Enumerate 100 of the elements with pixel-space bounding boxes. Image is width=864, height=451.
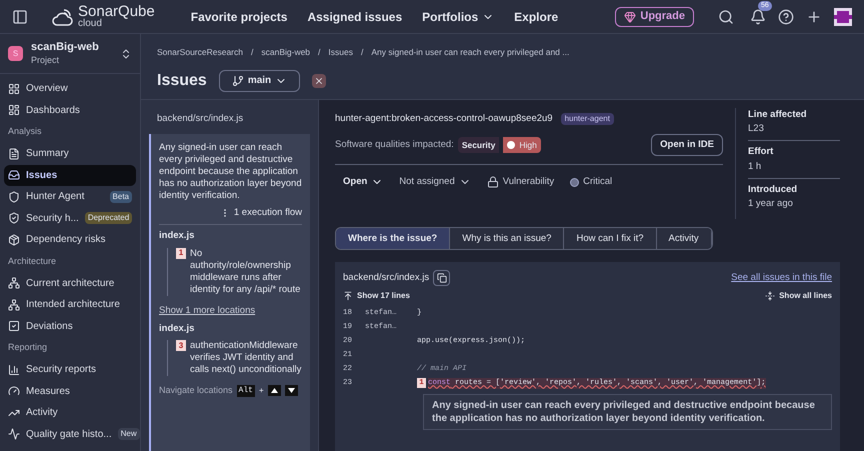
meta-value: L23 (748, 122, 765, 136)
location-message[interactable]: No authority/role/ownership middleware runs after identity for any /api/* route (190, 248, 302, 296)
sidebar-section: Reporting (4, 337, 136, 359)
meta-label: Line affected (748, 108, 808, 122)
expand-vertical-icon (765, 291, 776, 302)
issue-tab[interactable]: How can I fix it? (564, 228, 657, 250)
logo-text: SonarQube (78, 4, 155, 19)
sidebar-item[interactable]: Summary (4, 143, 136, 164)
issue-tab[interactable]: Where is the issue? (336, 228, 450, 250)
assignee-dropdown[interactable]: Not assigned (399, 174, 471, 190)
sidebar-badge: Deprecated (84, 212, 132, 224)
sidebar-item[interactable]: Measures (4, 380, 136, 402)
breadcrumb-link[interactable]: Issues (328, 46, 353, 59)
nav-link[interactable]: Portfolios (422, 8, 494, 26)
sidebar-badge: Beta (110, 190, 132, 203)
severity-tag: High (503, 136, 541, 154)
sidebar-item[interactable]: Security reports (4, 359, 136, 380)
copy-icon (436, 273, 447, 284)
branch-icon (232, 74, 244, 87)
project-avatar: S (8, 46, 23, 61)
execution-flow[interactable]: 1 execution flow (234, 206, 302, 220)
sidebar-section: Analysis (4, 121, 136, 143)
logo-icon (52, 6, 74, 26)
sidebar-item[interactable]: Dashboards (4, 100, 136, 121)
sidebar-item[interactable]: Deviations (4, 316, 136, 337)
page-title: Issues (157, 70, 207, 91)
breadcrumb-link[interactable]: scanBig-web (261, 46, 310, 59)
sidebar-item[interactable]: Overview (4, 78, 136, 100)
grid-icon (8, 82, 20, 95)
nav-link[interactable]: Explore (514, 8, 558, 26)
package-icon (8, 234, 20, 246)
issue-message: Any signed-in user can reach every privileged and destructive endpoint because the application has no authorization layer beyond identity verification. (159, 142, 302, 202)
issue-type: Vulnerability (502, 174, 554, 189)
severity-icon (570, 178, 580, 186)
add-icon[interactable] (806, 8, 822, 24)
breadcrumb-link[interactable]: SonarSourceResearch (157, 46, 243, 59)
branch-selector[interactable]: main (218, 70, 300, 92)
logo-subtext: cloud (78, 19, 102, 29)
dashboard-icon (8, 104, 20, 116)
sidebar-item[interactable]: Issues (4, 164, 136, 186)
clear-branch-button[interactable] (312, 74, 326, 88)
expand-up-icon (343, 291, 353, 302)
meta-label: Effort (748, 145, 774, 160)
sidebar-item[interactable]: Dependency risks (4, 229, 136, 250)
avatar-icon[interactable] (834, 8, 852, 26)
search-icon[interactable] (718, 8, 734, 24)
network-icon (8, 298, 20, 311)
show-lines-button[interactable]: Show 17 lines (343, 290, 410, 302)
meta-label: Introduced (748, 182, 798, 197)
sidebar-toggle-icon[interactable] (12, 8, 28, 24)
inbox-icon (8, 169, 20, 182)
sidebar-item[interactable]: Hunter Agent Beta (4, 186, 136, 208)
location-number: 3 (176, 340, 186, 351)
meta-value: 1 h (748, 160, 762, 174)
issue-tab[interactable]: Activity (656, 228, 712, 250)
shield-icon (8, 190, 20, 203)
help-icon[interactable] (778, 8, 794, 24)
breadcrumb-link[interactable]: Any signed-in user can reach every privileged and ... (371, 46, 570, 59)
navigate-hint: Navigate locations (159, 384, 233, 397)
sidebar-item[interactable]: Activity (4, 402, 136, 424)
status-dropdown[interactable]: Open (343, 174, 384, 190)
quality-tag: Security (458, 136, 500, 154)
code-issue-message: Any signed-in user can reach every privileged and destructive endpoint because the application has no authorization layer beyond identity verification. (432, 399, 816, 426)
location-message[interactable]: authenticationMiddleware verifies JWT identity and calls next() unconditionally (190, 340, 302, 376)
sidebar-item[interactable]: Current architecture (4, 272, 136, 294)
open-in-ide-button[interactable]: Open in IDE (651, 134, 723, 156)
gauge-icon (8, 385, 20, 398)
lock-icon (486, 176, 499, 188)
show-more-locations-link[interactable]: Show 1 more locations (159, 304, 302, 318)
impact-level: Critical (583, 174, 612, 189)
meta-value: 1 year ago (748, 197, 794, 211)
sidebar-item[interactable]: Intended architecture (4, 294, 136, 316)
nav-link[interactable]: Favorite projects (190, 8, 288, 26)
down-key-icon (284, 385, 298, 396)
notifications-icon[interactable] (750, 8, 766, 24)
nav-link[interactable]: Assigned issues (307, 8, 402, 26)
sidebar-item[interactable]: Security h... Deprecated (4, 208, 136, 229)
issue-file-path: backend/src/index.js (156, 112, 244, 126)
rule-tag: hunter-agent (560, 112, 614, 125)
breadcrumb-separator: / (361, 46, 364, 59)
breadcrumb-separator: / (251, 46, 254, 59)
gem-icon (624, 10, 636, 22)
qualities-label: Software qualities impacted: (335, 138, 454, 152)
up-key-icon (268, 385, 281, 396)
project-type: Project (31, 54, 60, 66)
network-icon (8, 277, 20, 290)
shield-check-icon (8, 212, 20, 224)
copy-path-button[interactable] (433, 270, 450, 286)
code-file-path: backend/src/index.js (343, 271, 430, 286)
show-all-lines-button[interactable]: Show all lines (765, 290, 832, 302)
project-switch-icon[interactable] (120, 48, 132, 60)
issue-card[interactable] (149, 134, 310, 451)
rule-key: hunter-agent:broken-access-control-oawup8see2u9 (335, 112, 553, 126)
see-all-issues-link[interactable]: See all issues in this file (731, 271, 832, 286)
location-file: index.js (159, 322, 196, 336)
sidebar-badge: New (118, 428, 140, 440)
bar-chart-icon (8, 364, 20, 376)
location-file: index.js (159, 229, 196, 244)
upgrade-button[interactable]: Upgrade (615, 6, 694, 26)
issue-tab[interactable]: Why is this an issue? (450, 228, 564, 250)
